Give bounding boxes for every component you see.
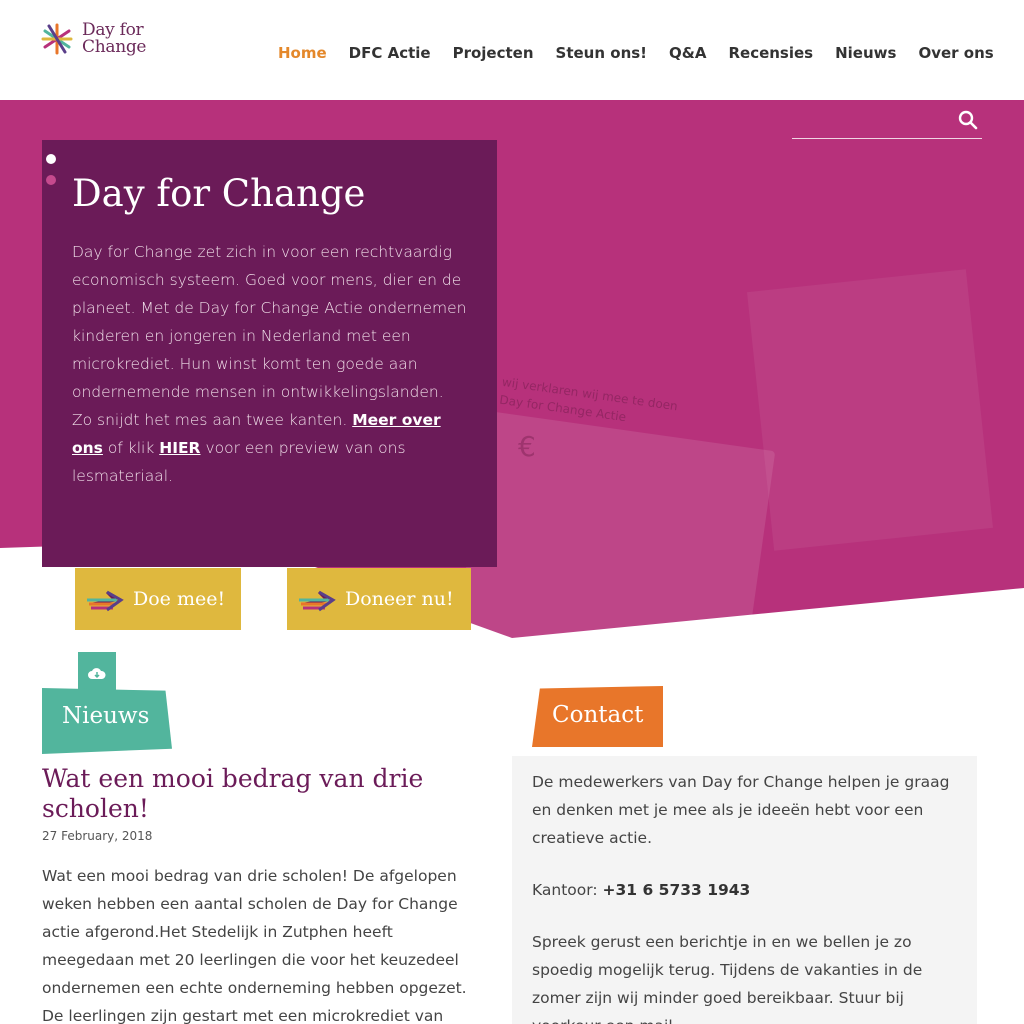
slider-dot-2[interactable] [46, 175, 56, 185]
search-icon[interactable] [958, 110, 978, 130]
contact-office-label: Kantoor: [532, 881, 598, 899]
contact-section-title: Contact [552, 702, 644, 728]
contact-note: Spreek gerust een berichtje in en we bel… [532, 933, 923, 1024]
slider-dots [46, 154, 56, 196]
news-post-excerpt: Wat een mooi bedrag van drie scholen! De… [42, 867, 467, 1024]
intro-text: Day for Change zet zich in voor een rech… [72, 243, 467, 485]
join-button-label: Doe mee! [133, 588, 226, 610]
news-post-title[interactable]: Wat een mooi bedrag van drie scholen! [42, 764, 462, 824]
news-icon-tab [78, 652, 116, 694]
contact-intro: De medewerkers van Day for Change helpen… [532, 773, 950, 847]
nav-dfc-actie[interactable]: DFC Actie [349, 44, 431, 62]
intro-title: Day for Change [72, 172, 366, 215]
main-nav: Home DFC Actie Projecten Steun ons! Q&A … [278, 44, 1016, 62]
nav-projecten[interactable]: Projecten [453, 44, 534, 62]
arrow-icon [87, 590, 124, 612]
slider-dot-1[interactable] [46, 154, 56, 164]
contact-office: Kantoor: +31 6 5733 1943 [532, 876, 957, 904]
day-for-change-logo-icon [41, 23, 73, 55]
donate-button[interactable]: Doneer nu! [287, 568, 471, 630]
site-logo[interactable]: Day for Change [40, 22, 146, 56]
arrow-icon [299, 590, 336, 612]
nav-home[interactable]: Home [278, 44, 327, 62]
search-input[interactable] [792, 108, 952, 138]
nav-nieuws[interactable]: Nieuws [835, 44, 896, 62]
contact-panel: De medewerkers van Day for Change helpen… [512, 756, 977, 1024]
intro-panel: Day for Change Day for Change zet zich i… [42, 140, 497, 567]
logo-line-2: Change [82, 37, 147, 57]
news-section-title: Nieuws [62, 703, 150, 729]
join-button[interactable]: Doe mee! [75, 568, 241, 630]
contact-office-phone[interactable]: +31 6 5733 1943 [603, 881, 751, 899]
news-post-date: 27 February, 2018 [42, 829, 153, 843]
nav-qa[interactable]: Q&A [669, 44, 706, 62]
nav-over-ons[interactable]: Over ons [918, 44, 993, 62]
nav-recensies[interactable]: Recensies [728, 44, 813, 62]
nav-steun-ons[interactable]: Steun ons! [556, 44, 647, 62]
cloud-icon [88, 668, 106, 679]
preview-here-link[interactable]: HIER [159, 439, 200, 457]
donate-button-label: Doneer nu! [345, 588, 454, 610]
search-box [792, 108, 982, 139]
site-header: Day for Change Home DFC Actie Projecten … [0, 0, 1024, 100]
